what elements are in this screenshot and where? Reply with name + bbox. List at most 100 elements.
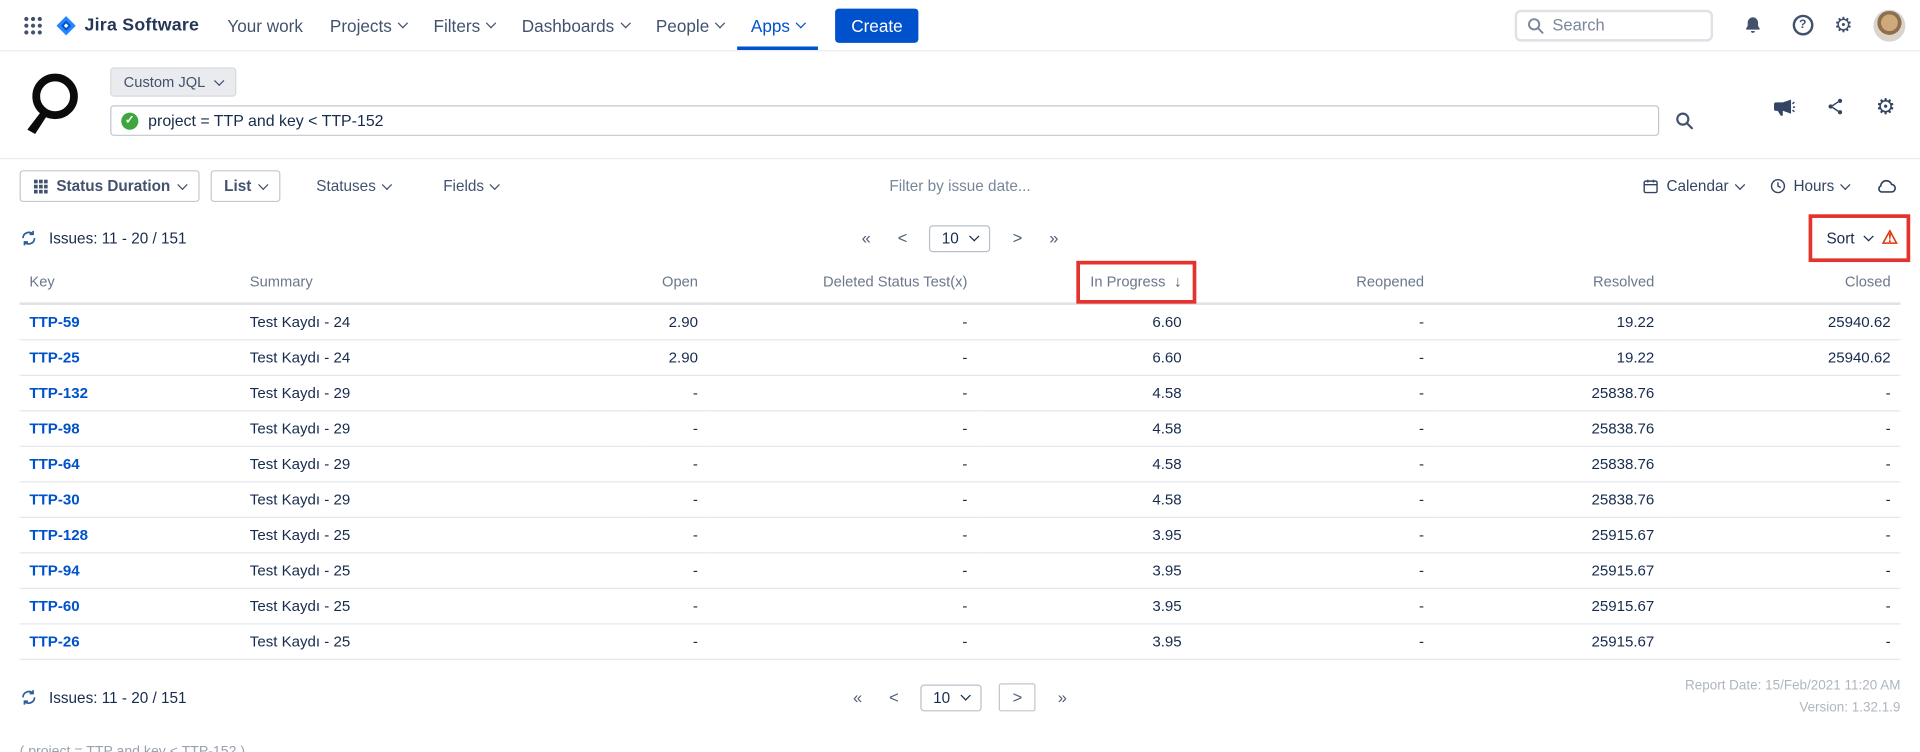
last-page-button[interactable]: »: [1053, 686, 1072, 709]
help-icon[interactable]: ?: [1792, 15, 1813, 36]
issue-key-link[interactable]: TTP-59: [29, 313, 79, 330]
duration-cell: 3.95: [977, 517, 1191, 553]
col-header-deleted-status-test[interactable]: Deleted Status Test(x): [708, 261, 977, 304]
issue-key-link[interactable]: TTP-64: [29, 456, 79, 473]
summary-cell: Test Kaydı - 29: [240, 446, 644, 482]
nav-projects[interactable]: Projects: [316, 0, 420, 50]
calendar-label: Calendar: [1666, 178, 1728, 195]
table-row: TTP-94Test Kaydı - 25--3.95-25915.67-: [20, 553, 1901, 589]
share-icon[interactable]: [1826, 97, 1846, 117]
nav-apps[interactable]: Apps: [737, 0, 818, 50]
issues-count-label: Issues: 11 - 20 / 151: [49, 689, 187, 706]
duration-cell: 4.58: [977, 375, 1191, 411]
issues-bar-bottom: Issues: 11 - 20 / 151 « < 10 > » Report …: [0, 665, 1920, 730]
query-mode-label: Custom JQL: [124, 73, 206, 90]
global-search[interactable]: [1514, 9, 1712, 41]
page-size-select[interactable]: 10: [929, 225, 990, 252]
fields-dropdown[interactable]: Fields: [433, 171, 508, 200]
nav-item-label: Projects: [330, 15, 392, 35]
report-type-button[interactable]: Status Duration: [20, 170, 200, 202]
prev-page-button[interactable]: <: [884, 686, 903, 709]
first-page-button[interactable]: «: [848, 686, 867, 709]
issue-key-link[interactable]: TTP-128: [29, 527, 88, 544]
col-header-resolved[interactable]: Resolved: [1434, 261, 1664, 304]
issue-key-link[interactable]: TTP-98: [29, 420, 79, 437]
duration-cell: -: [1191, 375, 1433, 411]
last-page-button[interactable]: »: [1044, 227, 1063, 250]
duration-cell: -: [644, 482, 708, 518]
table-row: TTP-59Test Kaydı - 242.90-6.60-19.222594…: [20, 304, 1901, 340]
chevron-down-icon: [1840, 179, 1850, 189]
notifications-icon[interactable]: [1734, 15, 1772, 36]
create-button[interactable]: Create: [835, 8, 918, 42]
hours-label: Hours: [1793, 178, 1834, 195]
user-avatar[interactable]: [1873, 9, 1905, 41]
chevron-down-icon: [382, 179, 392, 189]
duration-cell: -: [708, 446, 977, 482]
chevron-down-icon: [486, 18, 496, 28]
first-page-button[interactable]: «: [857, 227, 876, 250]
query-mode-dropdown[interactable]: Custom JQL: [110, 67, 236, 96]
jql-search-button[interactable]: [1675, 111, 1693, 129]
export-icon[interactable]: [1872, 171, 1900, 200]
calendar-icon: [1642, 178, 1659, 195]
duration-cell: 4.58: [977, 446, 1191, 482]
issue-key-link[interactable]: TTP-26: [29, 633, 79, 650]
issues-table-body: TTP-59Test Kaydı - 242.90-6.60-19.222594…: [20, 304, 1901, 660]
issues-count: Issues: 11 - 20 / 151: [20, 229, 187, 247]
issue-key-link[interactable]: TTP-132: [29, 384, 88, 401]
nav-filters[interactable]: Filters: [420, 0, 508, 50]
col-header-summary[interactable]: Summary: [240, 261, 644, 304]
duration-cell: -: [1191, 304, 1433, 340]
report-settings-gear-icon[interactable]: ⚙: [1876, 96, 1896, 118]
col-header-key[interactable]: Key: [20, 261, 240, 304]
chevron-down-icon: [961, 690, 971, 700]
issue-key-link[interactable]: TTP-60: [29, 598, 79, 615]
chevron-down-icon: [1863, 231, 1873, 241]
nav-people[interactable]: People: [642, 0, 737, 50]
duration-cell: 25915.67: [1434, 624, 1664, 660]
issue-key-link[interactable]: TTP-25: [29, 349, 79, 366]
prev-page-button[interactable]: <: [893, 227, 912, 250]
announcement-icon[interactable]: [1772, 96, 1795, 117]
nav-item-label: Apps: [751, 15, 790, 35]
settings-gear-icon[interactable]: ⚙: [1834, 15, 1853, 36]
report-date: Report Date: 15/Feb/2021 11:20 AM: [1685, 676, 1900, 698]
key-cell: TTP-64: [20, 446, 240, 482]
sort-warning-icon: ⚠: [1882, 229, 1898, 247]
refresh-icon[interactable]: [20, 229, 38, 247]
page-size-select[interactable]: 10: [921, 684, 982, 711]
duration-cell: -: [708, 411, 977, 447]
jira-logo[interactable]: Jira Software: [51, 0, 213, 50]
fields-label: Fields: [443, 178, 484, 195]
jql-input[interactable]: [148, 111, 1648, 129]
calendar-dropdown[interactable]: Calendar: [1640, 171, 1746, 200]
sort-control[interactable]: Sort ⚠: [1824, 229, 1900, 247]
hours-dropdown[interactable]: Hours: [1767, 171, 1852, 200]
issue-date-filter-input[interactable]: [844, 178, 1077, 195]
col-header-reopened[interactable]: Reopened: [1191, 261, 1433, 304]
refresh-icon[interactable]: [20, 688, 38, 706]
global-search-input[interactable]: [1552, 16, 1689, 34]
col-header-in-progress[interactable]: In Progress↓: [977, 261, 1191, 304]
col-header-open[interactable]: Open: [644, 261, 708, 304]
issue-key-link[interactable]: TTP-30: [29, 491, 79, 508]
duration-cell: -: [708, 624, 977, 660]
nav-your-work[interactable]: Your work: [214, 0, 317, 50]
next-page-button[interactable]: >: [999, 683, 1036, 711]
view-mode-button[interactable]: List: [211, 170, 281, 202]
summary-cell: Test Kaydı - 29: [240, 411, 644, 447]
next-page-button[interactable]: >: [1008, 227, 1027, 250]
statuses-dropdown[interactable]: Statuses: [306, 171, 400, 200]
report-type-label: Status Duration: [56, 178, 170, 195]
col-header-closed[interactable]: Closed: [1664, 261, 1900, 304]
duration-cell: 6.60: [977, 304, 1191, 340]
duration-cell: 3.95: [977, 624, 1191, 660]
chevron-down-icon: [1734, 179, 1744, 189]
app-switcher-icon[interactable]: [15, 0, 52, 50]
duration-cell: -: [1664, 375, 1900, 411]
issue-key-link[interactable]: TTP-94: [29, 562, 79, 579]
nav-dashboards[interactable]: Dashboards: [508, 0, 642, 50]
statuses-label: Statuses: [316, 178, 376, 195]
jql-input-field[interactable]: ✓: [110, 105, 1659, 136]
